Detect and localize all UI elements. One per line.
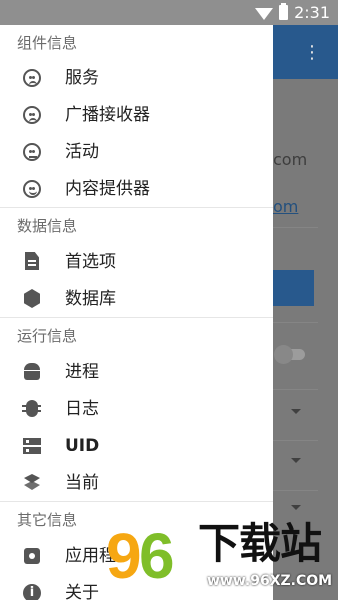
background-text-fragment: com [273, 150, 308, 169]
drawer-item-label: 服务 [65, 68, 99, 88]
background-divider [273, 227, 318, 228]
sad-face-icon [21, 104, 43, 126]
drawer-item-label: 日志 [65, 399, 99, 419]
background-divider [273, 490, 318, 491]
section-divider [0, 207, 273, 208]
happy-face-icon [21, 178, 43, 200]
wifi-icon [255, 7, 274, 20]
drawer-item-services[interactable]: 服务 [0, 59, 273, 96]
drawer-item-label: 内容提供器 [65, 179, 150, 199]
sad-face-icon [21, 67, 43, 89]
section-title-other-info: 其它信息 [17, 511, 78, 529]
dropdown-arrow-icon[interactable] [291, 505, 301, 510]
navigation-drawer: 组件信息 服务 广播接收器 活动 内容提供器 数据信息 首选项 数据库 运行信息… [0, 25, 273, 600]
drawer-item-activities[interactable]: 活动 [0, 133, 273, 170]
drawer-item-broadcast-receivers[interactable]: 广播接收器 [0, 96, 273, 133]
background-toggle[interactable] [274, 345, 305, 364]
server-icon [21, 435, 43, 457]
drawer-item-label: 进程 [65, 362, 99, 382]
background-link-fragment: om [273, 197, 299, 216]
dropdown-arrow-icon[interactable] [291, 409, 301, 414]
android-icon [21, 361, 43, 383]
section-title-data-info: 数据信息 [17, 217, 78, 235]
drawer-item-processes[interactable]: 进程 [0, 353, 273, 390]
background-divider [273, 322, 318, 323]
drawer-item-preferences[interactable]: 首选项 [0, 243, 273, 280]
bug-icon [21, 398, 43, 420]
section-title-runtime-info: 运行信息 [17, 327, 78, 345]
background-divider [273, 389, 318, 390]
watermark-number-six: 6 [139, 520, 175, 592]
site-watermark: 9 6 下载站 www.96XZ.COM [106, 515, 338, 600]
neutral-face-icon [21, 141, 43, 163]
drawer-item-label: UID [65, 436, 100, 456]
drawer-item-current[interactable]: 当前 [0, 464, 273, 501]
drawer-item-label: 首选项 [65, 252, 116, 272]
drawer-item-logs[interactable]: 日志 [0, 390, 273, 427]
drawer-item-label: 数据库 [65, 289, 116, 309]
background-divider [273, 440, 318, 441]
battery-icon [279, 3, 289, 20]
dropdown-arrow-icon[interactable] [291, 458, 301, 463]
section-divider [0, 501, 273, 502]
section-divider [0, 317, 273, 318]
status-bar: 2:31 [0, 0, 338, 25]
drawer-item-label: 当前 [65, 473, 99, 493]
status-time: 2:31 [294, 3, 330, 22]
drawer-item-label: 广播接收器 [65, 105, 150, 125]
drawer-item-content-providers[interactable]: 内容提供器 [0, 170, 273, 207]
drawer-item-uid[interactable]: UID [0, 427, 273, 464]
drawer-item-label: 关于 [65, 583, 99, 600]
background-button[interactable] [273, 270, 314, 306]
watermark-number-nine: 9 [106, 520, 142, 592]
section-title-component-info: 组件信息 [17, 34, 78, 52]
watermark-title: 下载站 [198, 519, 322, 568]
settings-icon [21, 545, 43, 567]
drawer-item-label: 活动 [65, 142, 99, 162]
layers-icon [21, 472, 43, 494]
info-icon: i [21, 582, 43, 600]
database-icon [21, 288, 43, 310]
more-options-icon[interactable]: ⋮ [303, 44, 321, 62]
drawer-item-databases[interactable]: 数据库 [0, 280, 273, 317]
document-icon [21, 251, 43, 273]
status-indicators: 2:31 [255, 0, 330, 25]
watermark-url: www.96XZ.COM [207, 573, 333, 589]
